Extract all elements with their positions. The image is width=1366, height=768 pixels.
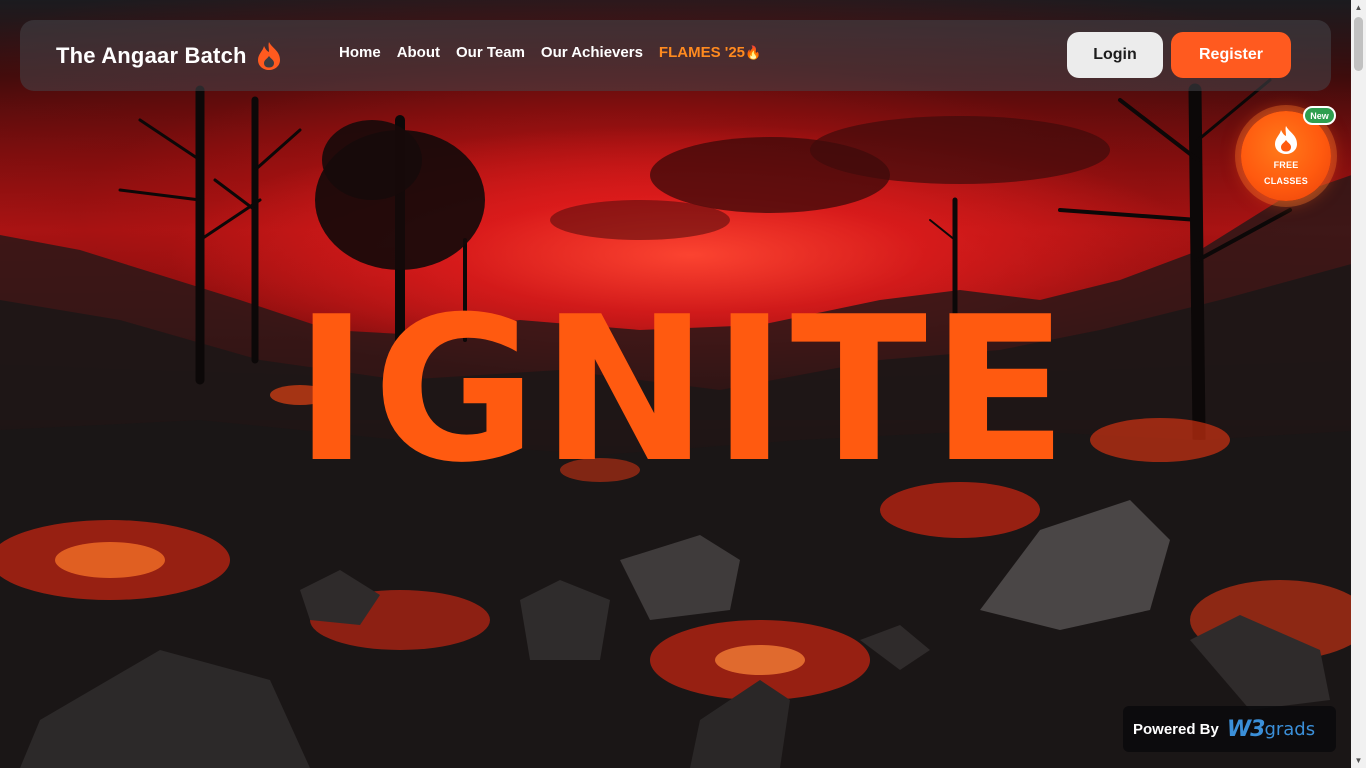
nav-links: Home About Our Team Our Achievers FLAMES… <box>339 44 761 61</box>
w3grads-logo: W3 grads <box>1227 717 1315 742</box>
w3-grads-text: grads <box>1264 718 1316 740</box>
hero-title: IGNITE <box>294 274 1072 507</box>
nav-link-our-achievers[interactable]: Our Achievers <box>541 44 643 61</box>
nav-link-home[interactable]: Home <box>339 44 381 61</box>
scroll-up-arrow-icon[interactable]: ▲ <box>1351 0 1366 15</box>
login-button[interactable]: Login <box>1067 32 1163 78</box>
scroll-down-arrow-icon[interactable]: ▼ <box>1351 753 1366 768</box>
free-classes-label: FREE CLASSES <box>1258 157 1314 189</box>
free-label: FREE <box>1273 160 1299 170</box>
register-button[interactable]: Register <box>1171 32 1291 78</box>
nav-link-flames-25[interactable]: FLAMES '25🔥 <box>659 44 761 61</box>
classes-label: CLASSES <box>1264 176 1308 186</box>
flame-icon <box>257 42 280 70</box>
flame-icon <box>1275 126 1297 154</box>
brand-name: The Angaar Batch <box>56 43 247 68</box>
page-scrollbar[interactable]: ▲ ▼ <box>1351 0 1366 768</box>
w3-mark: W3 <box>1226 716 1266 742</box>
nav-link-about[interactable]: About <box>397 44 440 61</box>
nav-link-our-team[interactable]: Our Team <box>456 44 525 61</box>
brand-link[interactable]: The Angaar Batch <box>56 40 283 72</box>
scroll-thumb[interactable] <box>1354 17 1363 71</box>
fire-emoji-icon: 🔥 <box>745 46 762 61</box>
flames-label: FLAMES '25 <box>658 44 746 61</box>
powered-by-link[interactable]: Powered By W3 grads <box>1123 706 1336 752</box>
powered-by-text: Powered By <box>1133 720 1219 738</box>
new-tag: New <box>1303 106 1336 125</box>
top-navbar: The Angaar Batch Home About Our Team Our… <box>20 20 1331 91</box>
